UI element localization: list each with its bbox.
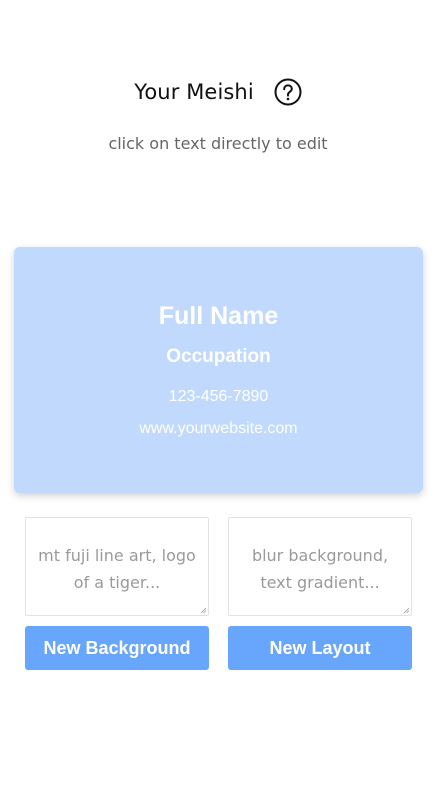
edit-instructions: click on text directly to edit: [108, 134, 328, 153]
help-button[interactable]: [274, 78, 302, 106]
card-phone[interactable]: 123-456-7890: [14, 388, 423, 406]
resize-grip-icon[interactable]: [403, 607, 409, 613]
layout-prompt-placeholder: blur background, text gradient...: [251, 546, 389, 592]
card-website[interactable]: www.yourwebsite.com: [14, 420, 423, 438]
business-card: Full Name Occupation 123-456-7890 www.yo…: [14, 247, 423, 493]
page-title: Your Meishi: [134, 80, 254, 104]
question-circle-icon: [274, 78, 302, 106]
card-full-name[interactable]: Full Name: [14, 302, 423, 331]
background-prompt-textarea[interactable]: mt fuji line art, logo of a tiger...: [25, 517, 209, 616]
header: Your Meishi: [0, 78, 436, 106]
new-background-button[interactable]: New Background: [25, 626, 209, 670]
resize-grip-icon[interactable]: [200, 607, 206, 613]
new-layout-button[interactable]: New Layout: [228, 626, 412, 670]
layout-prompt-textarea[interactable]: blur background, text gradient...: [228, 517, 412, 616]
card-occupation[interactable]: Occupation: [14, 346, 423, 368]
meishi-editor-page: Your Meishi click on text directly to ed…: [0, 0, 436, 789]
background-prompt-placeholder: mt fuji line art, logo of a tiger...: [38, 546, 196, 592]
